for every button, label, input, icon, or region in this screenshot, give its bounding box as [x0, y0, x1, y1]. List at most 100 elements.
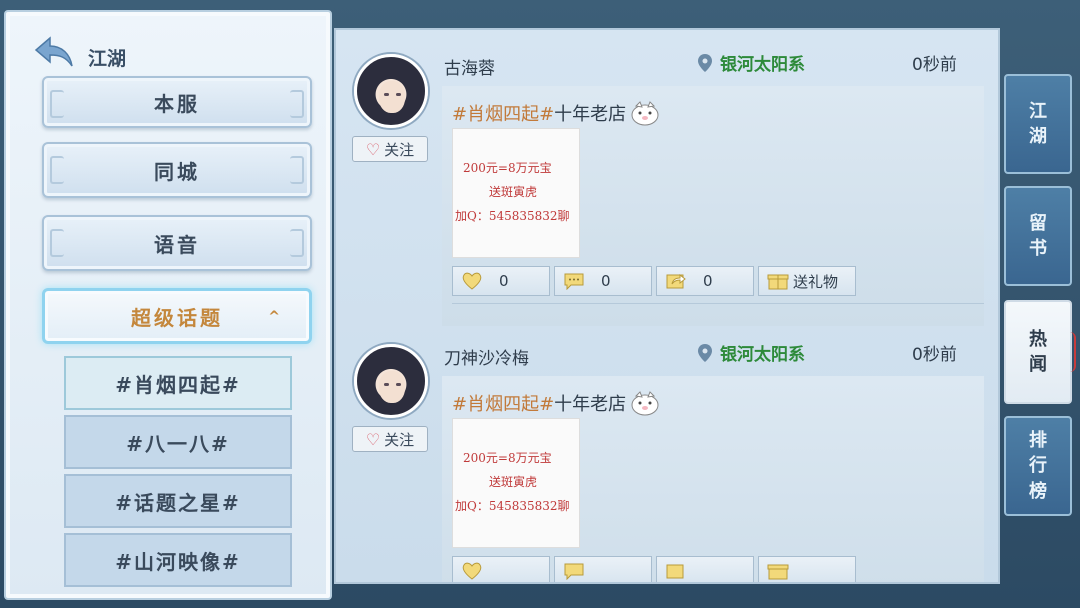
comment-icon: [564, 273, 584, 290]
left-ornament: [50, 156, 64, 184]
post-title: #肖烟四起# 十年老店: [452, 390, 660, 416]
topic-tag[interactable]: #肖烟四起#: [452, 100, 554, 126]
post-time: 0秒前: [912, 55, 957, 75]
tab-label: 热: [1029, 328, 1047, 350]
topic-item[interactable]: #肖烟四起#: [64, 356, 292, 410]
menu-item-voice[interactable]: 语音: [42, 215, 312, 271]
tab-label: 榜: [1029, 480, 1047, 502]
comment-count: 0: [601, 272, 611, 290]
divider: [452, 303, 984, 304]
post-image[interactable]: 200元=8万元宝 送斑寅虎 加Q：545835832聊: [452, 418, 580, 548]
post-actions: 0 0 0 送礼物: [452, 266, 856, 296]
image-text-line: 200元=8万元宝: [463, 451, 552, 465]
share-icon: [666, 273, 686, 289]
post-image[interactable]: 200元=8万元宝 送斑寅虎 加Q：545835832聊: [452, 128, 580, 258]
menu-item-label: 同城: [154, 159, 200, 184]
image-text-line: 200元=8万元宝: [463, 161, 552, 175]
username[interactable]: 古海蓉: [444, 54, 495, 79]
back-arrow-icon[interactable]: [32, 34, 76, 70]
avatar-eye: [396, 383, 401, 386]
share-button[interactable]: 0: [656, 266, 754, 296]
ribbon-decoration: [1068, 332, 1076, 372]
location-pin-icon: [698, 53, 712, 72]
left-panel: 江湖 本服 同城 语音 超级话题 ^ #肖烟四起# #八一八# #话题之星# #…: [4, 10, 332, 600]
avatar-face: [379, 371, 405, 403]
send-gift-button[interactable]: [758, 556, 856, 582]
tab-label: 湖: [1029, 126, 1047, 147]
menu-item-label: 超级话题: [131, 305, 223, 330]
avatar-eye: [384, 93, 389, 96]
send-gift-label: 送礼物: [793, 272, 839, 291]
right-ornament: [290, 156, 304, 184]
tab-jianghu[interactable]: 江 湖: [1004, 74, 1072, 174]
tab-label: 闻: [1029, 354, 1047, 375]
location: 银河太阳系: [698, 340, 805, 365]
share-count: 0: [703, 272, 713, 290]
post-card: #肖烟四起# 十年老店 200元=8万元宝 送斑寅虎 加Q：545835832聊: [442, 376, 984, 582]
location-pin-icon: [698, 343, 712, 362]
image-text-line: 送斑寅虎: [489, 185, 538, 199]
image-text-line: 加Q：545835832聊: [455, 499, 570, 513]
avatar-eye: [396, 93, 401, 96]
menu-item-super-topic[interactable]: 超级话题 ^: [42, 288, 312, 344]
post-actions: [452, 556, 856, 582]
post-title-text: 十年老店: [554, 104, 627, 125]
right-ornament: [290, 90, 304, 118]
right-ornament: [290, 229, 304, 257]
topic-tag[interactable]: #肖烟四起#: [452, 390, 554, 416]
tab-leaderboard[interactable]: 排 行 榜: [1004, 416, 1072, 516]
tab-label: 书: [1029, 238, 1047, 259]
topic-item[interactable]: #话题之星#: [64, 474, 292, 528]
location-text: 银河太阳系: [720, 55, 805, 75]
menu-item-label: 本服: [154, 91, 200, 116]
tab-label: 行: [1029, 455, 1047, 477]
pig-emoji-icon: [631, 391, 659, 416]
comment-button[interactable]: 0: [554, 266, 652, 296]
avatar-face: [379, 81, 405, 113]
post-title: #肖烟四起# 十年老店: [452, 100, 660, 126]
like-count: 0: [499, 272, 509, 290]
topic-item[interactable]: #八一八#: [64, 415, 292, 469]
like-button[interactable]: [452, 556, 550, 582]
gift-icon: [767, 274, 789, 290]
topic-item[interactable]: #山河映像#: [64, 533, 292, 587]
tab-label: 排: [1029, 430, 1047, 452]
follow-button[interactable]: ♡ 关注: [352, 136, 428, 162]
heart-icon: ♡: [365, 139, 381, 159]
follow-label: 关注: [384, 140, 415, 159]
share-icon: [666, 564, 684, 579]
pig-emoji-icon: [631, 101, 659, 126]
menu-item-city[interactable]: 同城: [42, 142, 312, 198]
send-gift-button[interactable]: 送礼物: [758, 266, 856, 296]
heart-icon: [462, 272, 482, 290]
left-ornament: [50, 90, 64, 118]
heart-icon: [462, 562, 482, 580]
heart-icon: ♡: [365, 429, 381, 449]
share-button[interactable]: [656, 556, 754, 582]
location-text: 银河太阳系: [720, 345, 805, 365]
username[interactable]: 刀神沙冷梅: [444, 344, 529, 369]
post-title-text: 十年老店: [554, 394, 627, 415]
image-text-line: 送斑寅虎: [489, 475, 538, 489]
feed-panel[interactable]: ♡ 关注 古海蓉 银河太阳系 0秒前 #肖烟四起# 十年老店 200元=8万元宝…: [334, 28, 1000, 584]
chevron-up-icon: ^: [268, 309, 283, 325]
follow-button[interactable]: ♡ 关注: [352, 426, 428, 452]
comment-icon: [564, 563, 584, 580]
menu-item-server[interactable]: 本服: [42, 76, 312, 128]
like-button[interactable]: 0: [452, 266, 550, 296]
post-time: 0秒前: [912, 345, 957, 365]
avatar[interactable]: [354, 54, 428, 128]
post-item: ♡ 关注 古海蓉 银河太阳系 0秒前 #肖烟四起# 十年老店 200元=8万元宝…: [336, 30, 998, 326]
post-card: #肖烟四起# 十年老店 200元=8万元宝 送斑寅虎 加Q：545835832聊…: [442, 86, 984, 326]
left-ornament: [50, 229, 64, 257]
menu-item-label: 语音: [154, 232, 200, 257]
gift-icon: [767, 564, 789, 580]
tab-guestbook[interactable]: 留 书: [1004, 186, 1072, 286]
follow-label: 关注: [384, 430, 415, 449]
post-item: ♡ 关注 刀神沙冷梅 银河太阳系 0秒前 #肖烟四起# 十年老店 200元=8万…: [336, 320, 998, 582]
avatar-eye: [384, 383, 389, 386]
comment-button[interactable]: [554, 556, 652, 582]
tab-hot-news[interactable]: 热 闻: [1004, 300, 1076, 404]
avatar[interactable]: [354, 344, 428, 418]
tab-label: 留: [1029, 212, 1047, 234]
